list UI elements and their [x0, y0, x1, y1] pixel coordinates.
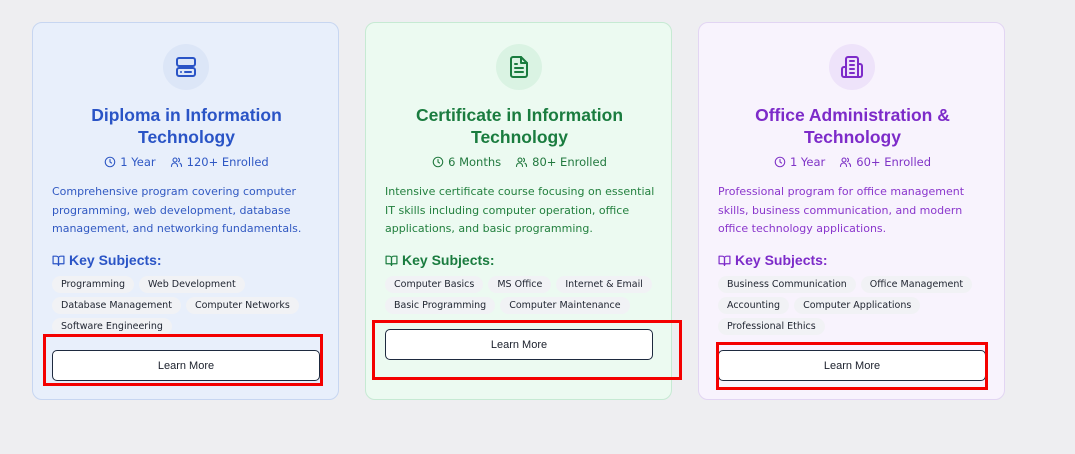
key-subjects-heading: Key Subjects:	[52, 252, 162, 268]
subject-tag: Software Engineering	[52, 318, 172, 335]
subject-tag: Computer Applications	[794, 297, 921, 314]
subject-tag: Accounting	[718, 297, 790, 314]
program-title: Office Administration & Technology	[755, 105, 950, 147]
users-icon	[170, 157, 182, 168]
subject-tag: Database Management	[52, 297, 181, 314]
key-subjects-heading: Key Subjects:	[385, 252, 495, 268]
key-subjects-heading: Key Subjects:	[718, 252, 828, 268]
program-meta: 6 Months 80+ Enrolled	[366, 155, 673, 169]
enrollment: 60+ Enrolled	[839, 155, 931, 169]
subject-tag: Professional Ethics	[718, 318, 825, 335]
program-title: Certificate in Information Technology	[415, 105, 624, 147]
program-description: Intensive certificate course focusing on…	[385, 185, 655, 235]
subject-tags: Business Communication Office Management…	[718, 276, 993, 335]
learn-more-button[interactable]: Learn More	[718, 350, 986, 381]
duration: 1 Year	[104, 155, 156, 169]
program-meta: 1 Year 120+ Enrolled	[33, 155, 340, 169]
program-card-certificate-it: Certificate in Information Technology 6 …	[365, 22, 672, 400]
subject-tag: Programming	[52, 276, 135, 293]
duration: 1 Year	[774, 155, 825, 169]
subject-tags: Computer Basics MS Office Internet & Ema…	[385, 276, 660, 314]
duration-label: 6 Months	[448, 155, 502, 169]
clock-icon	[432, 156, 444, 168]
users-icon	[840, 157, 852, 168]
program-description: Comprehensive program covering computer …	[52, 185, 302, 235]
subject-tag: Office Management	[860, 276, 973, 293]
subject-tag: Computer Networks	[185, 297, 299, 314]
server-icon	[163, 44, 209, 90]
book-open-icon	[385, 255, 398, 266]
program-description: Professional program for office manageme…	[718, 185, 965, 235]
subject-tag: Web Development	[139, 276, 245, 293]
subject-tag: MS Office	[488, 276, 552, 293]
program-title: Diploma in Information Technology	[91, 105, 282, 147]
enrollment: 120+ Enrolled	[170, 155, 269, 169]
subject-tag: Business Communication	[718, 276, 856, 293]
learn-more-button[interactable]: Learn More	[385, 329, 653, 360]
subject-tags: Programming Web Development Database Man…	[52, 276, 327, 335]
subject-tag: Computer Maintenance	[500, 297, 630, 314]
clock-icon	[774, 156, 786, 168]
program-meta: 1 Year 60+ Enrolled	[699, 155, 1006, 169]
users-icon	[516, 157, 528, 168]
document-icon	[496, 44, 542, 90]
subject-tag: Internet & Email	[556, 276, 652, 293]
subject-tag: Basic Programming	[385, 297, 496, 314]
enrollment-label: 80+ Enrolled	[532, 155, 607, 169]
enrollment: 80+ Enrolled	[515, 155, 607, 169]
program-card-diploma-it: Diploma in Information Technology 1 Year…	[32, 22, 339, 400]
clock-icon	[104, 156, 116, 168]
program-card-office-admin: Office Administration & Technology 1 Yea…	[698, 22, 1005, 400]
building-icon	[829, 44, 875, 90]
enrollment-label: 60+ Enrolled	[856, 155, 932, 169]
enrollment-label: 120+ Enrolled	[186, 155, 269, 169]
subject-tag: Computer Basics	[385, 276, 484, 293]
duration-label: 1 Year	[789, 155, 826, 169]
book-open-icon	[718, 255, 731, 266]
duration-label: 1 Year	[120, 155, 156, 169]
book-open-icon	[52, 255, 65, 266]
duration: 6 Months	[432, 155, 501, 169]
learn-more-button[interactable]: Learn More	[52, 350, 320, 381]
